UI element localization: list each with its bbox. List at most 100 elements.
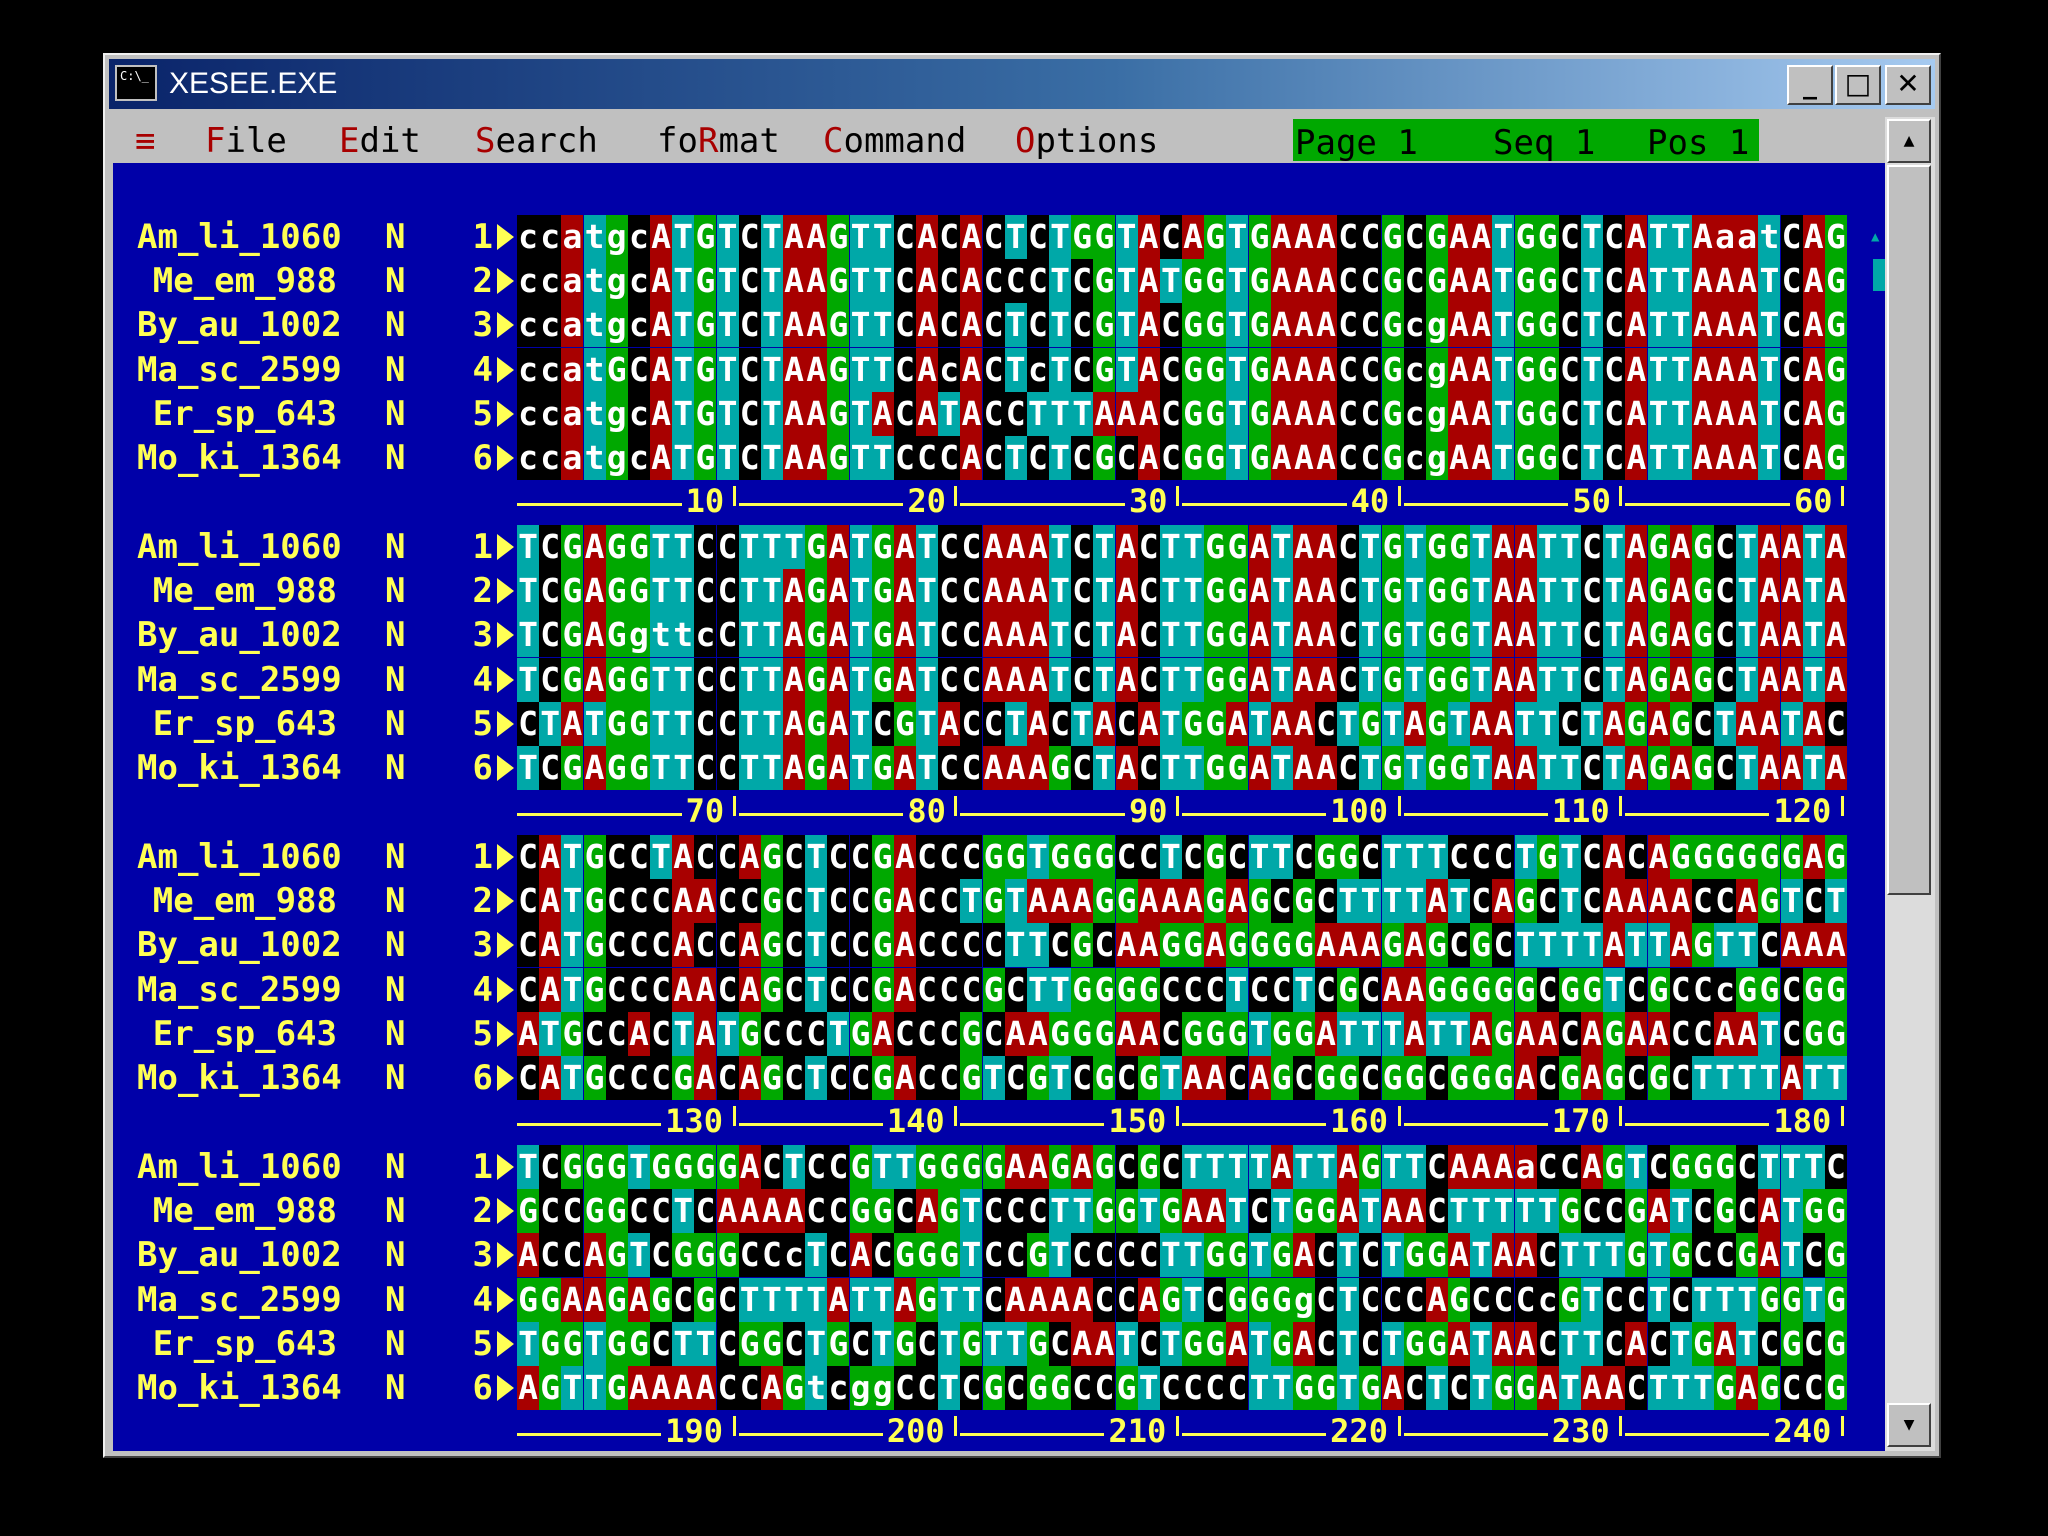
residue-cell[interactable]: T [1159, 1056, 1182, 1100]
residue-cell[interactable]: A [1736, 879, 1759, 924]
residue-cell[interactable]: C [627, 347, 650, 392]
residue-cell[interactable]: A [517, 1366, 540, 1410]
residue-cell[interactable]: T [1403, 1145, 1426, 1189]
residue-cell[interactable]: A [1403, 701, 1426, 746]
residue-cell[interactable]: G [805, 569, 828, 614]
residue-cell[interactable]: C [627, 1056, 650, 1100]
residue-cell[interactable]: C [1736, 1189, 1759, 1234]
residue-cell[interactable]: G [694, 215, 717, 259]
residue-cell[interactable]: C [1337, 746, 1360, 790]
residue-cell[interactable]: G [1049, 1011, 1072, 1056]
residue-cell[interactable]: A [1248, 569, 1271, 614]
residue-cell[interactable]: T [716, 1011, 739, 1056]
residue-cell[interactable]: G [1204, 303, 1227, 348]
residue-cell[interactable]: G [1204, 746, 1227, 790]
residue-cell[interactable]: T [849, 259, 872, 304]
residue-cell[interactable]: T [716, 436, 739, 480]
residue-cell[interactable]: A [893, 569, 916, 614]
residue-cell[interactable]: G [1359, 701, 1382, 746]
residue-cell[interactable]: A [1603, 923, 1626, 968]
residue-cell[interactable]: C [960, 923, 983, 968]
residue-cell[interactable]: T [1603, 746, 1626, 790]
residue-cell[interactable]: T [1071, 1189, 1094, 1234]
residue-cell[interactable]: A [1337, 923, 1360, 968]
residue-cell[interactable]: G [982, 835, 1005, 879]
residue-cell[interactable]: A [1026, 1011, 1049, 1056]
residue-cell[interactable]: C [716, 525, 739, 569]
residue-cell[interactable]: G [1425, 746, 1448, 790]
residue-cell[interactable]: C [605, 1011, 628, 1056]
residue-cell[interactable]: C [1603, 436, 1626, 480]
residue-cell[interactable]: A [1137, 1011, 1160, 1056]
residue-cell[interactable]: G [1514, 1366, 1537, 1410]
residue-cell[interactable]: T [982, 1056, 1005, 1100]
residue-cell[interactable]: C [938, 569, 961, 614]
residue-cell[interactable]: G [605, 1233, 628, 1278]
residue-cell[interactable]: c [539, 259, 562, 304]
residue-cell[interactable]: C [1115, 1145, 1138, 1189]
residue-cell[interactable]: T [672, 303, 695, 348]
residue-cell[interactable]: T [849, 347, 872, 392]
residue-cell[interactable]: C [517, 879, 540, 924]
residue-cell[interactable]: T [960, 1233, 983, 1278]
residue-cell[interactable]: A [1492, 879, 1515, 924]
sequence-row[interactable]: Me_em_988 N 2 c c a t g c A T G T C T A A G T T C A C A C C C T C G T A… [113, 259, 1863, 304]
residue-cell[interactable]: g [605, 436, 628, 480]
residue-cell[interactable]: A [871, 1011, 894, 1056]
residue-cell[interactable]: A [1824, 657, 1847, 702]
residue-cell[interactable]: G [871, 835, 894, 879]
residue-cell[interactable]: A [783, 569, 806, 614]
residue-cell[interactable]: A [1603, 701, 1626, 746]
sequence-name[interactable]: Am_li_1060 [137, 835, 342, 879]
residue-cell[interactable]: C [650, 1321, 673, 1366]
residue-cell[interactable]: C [1780, 347, 1803, 392]
residue-cell[interactable]: C [1248, 967, 1271, 1012]
residue-cell[interactable]: T [1603, 613, 1626, 658]
residue-cell[interactable]: T [1736, 923, 1759, 968]
residue-cell[interactable]: G [1647, 1056, 1670, 1100]
residue-cell[interactable]: A [1137, 347, 1160, 392]
residue-cell[interactable]: A [827, 657, 850, 702]
residue-cell[interactable]: A [1691, 215, 1714, 259]
residue-cell[interactable]: A [1248, 746, 1271, 790]
sequence-name[interactable]: Me_em_988 [137, 1189, 337, 1233]
residue-cell[interactable]: T [1669, 1366, 1692, 1410]
residue-cell[interactable]: A [1270, 259, 1293, 304]
residue-cell[interactable]: G [1182, 701, 1205, 746]
residue-cell[interactable]: T [517, 657, 540, 702]
residue-cell[interactable]: A [1448, 303, 1471, 348]
residue-cell[interactable]: G [1381, 391, 1404, 436]
residue-cell[interactable]: G [1758, 879, 1781, 924]
residue-cell[interactable]: T [849, 215, 872, 259]
residue-cell[interactable]: G [1824, 1011, 1847, 1056]
residue-cell[interactable]: C [1403, 1366, 1426, 1410]
residue-cell[interactable]: G [1226, 525, 1249, 569]
residue-cell[interactable]: G [716, 1145, 739, 1189]
residue-cell[interactable]: T [1514, 701, 1537, 746]
residue-cell[interactable]: G [1780, 835, 1803, 879]
residue-cell[interactable]: G [783, 1366, 806, 1410]
residue-cell[interactable]: T [1669, 259, 1692, 304]
residue-cell[interactable]: G [1093, 835, 1116, 879]
residue-cell[interactable]: A [1470, 391, 1493, 436]
residue-cell[interactable]: A [1049, 1277, 1072, 1322]
residue-cell[interactable]: T [1647, 1233, 1670, 1278]
residue-cell[interactable]: A [1004, 1145, 1027, 1189]
residue-cell[interactable]: t [805, 1366, 828, 1410]
residue-cell[interactable]: A [1425, 879, 1448, 924]
residue-cell[interactable]: G [738, 1321, 761, 1366]
close-button[interactable]: ✕ [1885, 65, 1931, 105]
residue-cell[interactable]: G [871, 613, 894, 658]
residue-cell[interactable]: A [1004, 1011, 1027, 1056]
residue-cell[interactable]: A [1292, 347, 1315, 392]
residue-cell[interactable]: A [1292, 436, 1315, 480]
residue-cell[interactable]: G [1093, 347, 1116, 392]
residue-cell[interactable]: G [916, 1145, 939, 1189]
residue-cell[interactable]: G [982, 967, 1005, 1012]
residue-cell[interactable]: T [1403, 879, 1426, 924]
residue-cell[interactable]: A [893, 879, 916, 924]
residue-cell[interactable]: G [1691, 613, 1714, 658]
residue-cell[interactable]: c [627, 436, 650, 480]
residue-cell[interactable]: G [1315, 835, 1338, 879]
residue-cell[interactable]: T [1359, 1189, 1382, 1234]
